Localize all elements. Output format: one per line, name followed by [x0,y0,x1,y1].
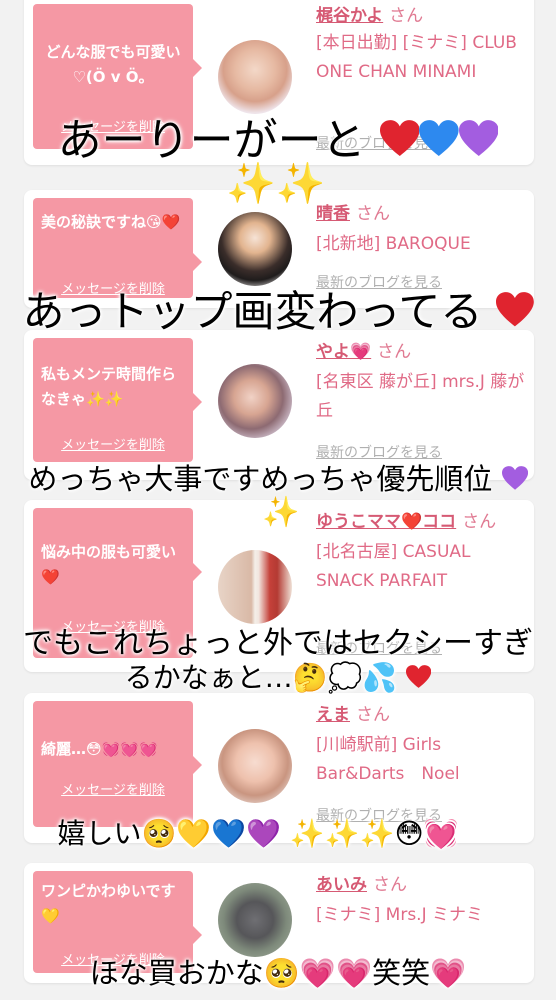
avatar[interactable] [218,212,292,286]
shop-info[interactable]: [川崎駅前] Girls Bar&Darts Noel [316,731,526,789]
honorific: さん [356,705,390,725]
message-bubble: 綺麗…😳💓💓💓 メッセージを削除 [33,701,202,827]
message-text: どんな服でも可愛い♡(Ö v Ö。 [45,43,181,86]
shop-info[interactable]: [本日出勤] [ミナミ] CLUB ONE CHAN MINAMI [316,29,526,87]
blue-heart-icon [419,117,459,156]
caption-text: 嬉しい🥺💛💙💜 [57,817,281,850]
message-text: ワンピかわゆいです💛 [41,882,176,925]
message-text: 悩み中の服も可愛い❤️ [41,543,177,586]
caption-overlay: ほな買おかな🥺💗💗笑笑💗 [0,950,556,992]
message-bubble: 私もメンテ時間作らなきゃ✨✨ メッセージを削除 [33,338,202,462]
message-text: 私もメンテ時間作らなきゃ✨✨ [41,365,177,408]
honorific: さん [389,6,424,26]
caption-overlay: あっトップ画変わってる [0,278,556,339]
caption-text: めっちゃ大事ですめっちゃ優先順位 [28,462,493,496]
caption-text: あっトップ画変わってる [22,287,483,336]
avatar[interactable] [218,364,292,438]
delete-message-link[interactable]: メッセージを削除 [33,779,193,798]
user-name[interactable]: 梶谷かよ [316,6,383,26]
sparkles-icon: ✨ [262,495,300,530]
honorific: さん [377,342,412,362]
caption-text: ほな買おかな🥺💗💗笑笑💗 [89,956,467,990]
honorific: さん [356,204,390,224]
user-name[interactable]: ゆうこママ❤️ココ [316,512,456,532]
caption-overlay: るかなぁと…🤔💭💦 [0,656,556,696]
sparkles-icon: ✨✨✨ [289,817,395,850]
honorific: さん [373,875,407,895]
shop-info[interactable]: [ミナミ] Mrs.J ミナミ [316,901,526,930]
honorific: さん [462,512,497,532]
purple-heart-icon [458,117,499,156]
avatar[interactable] [218,550,292,624]
caption-overlay: めっちゃ大事ですめっちゃ優先順位 [0,456,556,498]
message-text: 綺麗…😳💓💓💓 [41,740,158,758]
purple-heart-icon [501,463,528,490]
flushed-face-icon: 😳 [394,817,424,850]
avatar[interactable] [218,883,292,957]
caption-text: るかなぁと…🤔💭💦 [124,661,398,694]
caption-text: あーりーがーと [57,115,366,166]
red-heart-icon [406,662,432,688]
red-heart-icon [495,289,534,327]
shop-info[interactable]: [北名古屋] CASUAL SNACK PARFAIT [316,538,526,596]
delete-message-link[interactable]: メッセージを削除 [33,434,193,453]
caption-overlay: あーりーがーと [0,104,556,168]
user-name[interactable]: あいみ [316,875,367,895]
avatar[interactable] [218,729,292,803]
sparkles-icon: ✨✨ [226,161,326,207]
shop-info[interactable]: [名東区 藤が丘] mrs.J 藤が丘 [316,368,526,426]
user-name[interactable]: 晴香 [316,204,350,224]
message-text: 美の秘訣ですね😘❤️ [41,213,181,231]
pink-heart-icon: 💓 [423,817,459,850]
shop-info[interactable]: [北新地] BAROQUE [316,230,526,259]
user-name[interactable]: えま [316,705,350,725]
caption-overlay: 嬉しい🥺💛💙💜 ✨✨✨😳💓 [0,812,536,852]
avatar[interactable] [218,40,292,114]
red-heart-icon [379,117,420,156]
user-name[interactable]: やよ💗 [316,342,371,362]
